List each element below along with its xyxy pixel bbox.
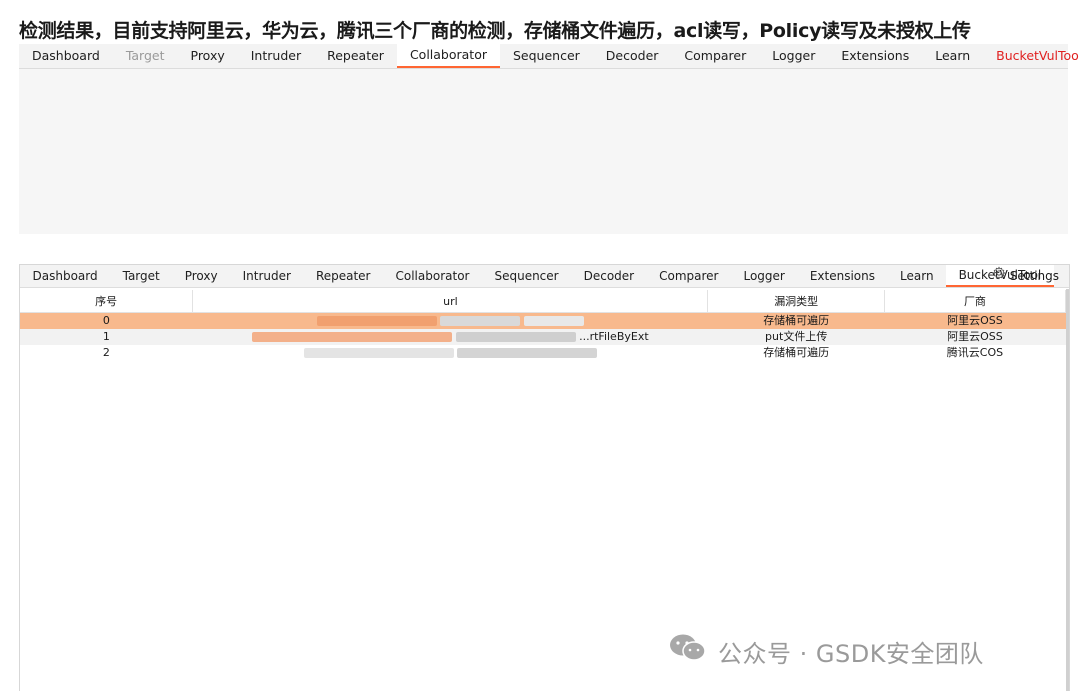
vertical-scrollbar[interactable]: [1066, 289, 1069, 691]
tab-sequencer[interactable]: Sequencer: [500, 44, 593, 68]
row-url-redacted: ...rtFileByExt: [192, 329, 708, 345]
tab-repeater[interactable]: Repeater: [314, 44, 397, 68]
tab-extensions[interactable]: Extensions: [828, 44, 922, 68]
watermark-text: 公众号 · GSDK安全团队: [718, 639, 984, 668]
column-header-vendor[interactable]: 厂商: [884, 290, 1067, 313]
settings-label: Settings: [1009, 269, 1059, 283]
tab-proxy[interactable]: Proxy: [178, 44, 238, 68]
tab-logger[interactable]: Logger: [759, 44, 828, 68]
tab-dashboard[interactable]: Dashboard: [19, 44, 113, 68]
column-header-vuln-type[interactable]: 漏洞类型: [707, 290, 885, 313]
top-content-panel: [19, 69, 1068, 234]
tab-proxy[interactable]: Proxy: [172, 265, 230, 287]
tab-intruder[interactable]: Intruder: [230, 265, 303, 287]
watermark: 公众号 · GSDK安全团队: [668, 632, 984, 670]
results-table: 序号 url 漏洞类型 厂商 0 存储桶可遍历 阿里云OSS 1 ...rtFi…: [20, 290, 1067, 361]
tab-bucketvultool[interactable]: BucketVulTool: [983, 44, 1080, 68]
tab-target[interactable]: Target: [110, 265, 172, 287]
row-vuln-type: put文件上传: [707, 329, 885, 345]
row-vendor: 阿里云OSS: [884, 312, 1066, 329]
tab-extensions[interactable]: Extensions: [797, 265, 887, 287]
tab-learn[interactable]: Learn: [888, 265, 947, 287]
row-vendor: 腾讯云COS: [946, 346, 1004, 359]
bottom-tab-bar: Dashboard Target Proxy Intruder Repeater…: [20, 265, 1069, 288]
tab-comparer[interactable]: Comparer: [647, 265, 731, 287]
table-row[interactable]: 1 ...rtFileByExt put文件上传 阿里云OSS: [20, 329, 1066, 345]
tab-learn[interactable]: Learn: [922, 44, 983, 68]
column-header-index[interactable]: 序号: [20, 290, 194, 313]
page-heading: 检测结果，目前支持阿里云，华为云，腾讯三个厂商的检测，存储桶文件遍历，acl读写…: [19, 20, 971, 42]
tab-target[interactable]: Target: [113, 44, 178, 68]
row-url-redacted: [193, 345, 708, 361]
tab-collaborator[interactable]: Collaborator: [383, 265, 482, 287]
tab-intruder[interactable]: Intruder: [238, 44, 314, 68]
table-row[interactable]: 0 存储桶可遍历 阿里云OSS: [20, 312, 1066, 329]
row-index: 2: [102, 346, 110, 359]
tab-decoder[interactable]: Decoder: [593, 44, 672, 68]
row-url-visible-fragment: ...rtFileByExt: [579, 330, 649, 343]
tab-decoder[interactable]: Decoder: [571, 265, 647, 287]
row-vendor: 阿里云OSS: [884, 329, 1066, 345]
wechat-icon: [668, 632, 708, 670]
gear-icon: [992, 265, 1006, 287]
tab-sequencer[interactable]: Sequencer: [482, 265, 571, 287]
settings-button[interactable]: Settings: [992, 265, 1059, 287]
tab-repeater[interactable]: Repeater: [303, 265, 383, 287]
row-index: 0: [20, 312, 193, 329]
tab-logger[interactable]: Logger: [731, 265, 797, 287]
bucketvultool-window: Dashboard Target Proxy Intruder Repeater…: [19, 264, 1070, 691]
row-vuln-type: 存储桶可遍历: [763, 346, 830, 359]
column-header-url[interactable]: url: [192, 290, 709, 313]
top-tab-bar: Dashboard Target Proxy Intruder Repeater…: [19, 44, 1080, 69]
row-index: 1: [20, 329, 193, 345]
table-row[interactable]: 2 存储桶可遍历 腾讯云COS: [20, 345, 1066, 361]
tab-comparer[interactable]: Comparer: [671, 44, 759, 68]
tab-collaborator[interactable]: Collaborator: [396, 44, 500, 68]
row-vuln-type: 存储桶可遍历: [707, 312, 885, 329]
row-url-redacted: [192, 312, 708, 329]
tab-dashboard[interactable]: Dashboard: [20, 265, 110, 287]
